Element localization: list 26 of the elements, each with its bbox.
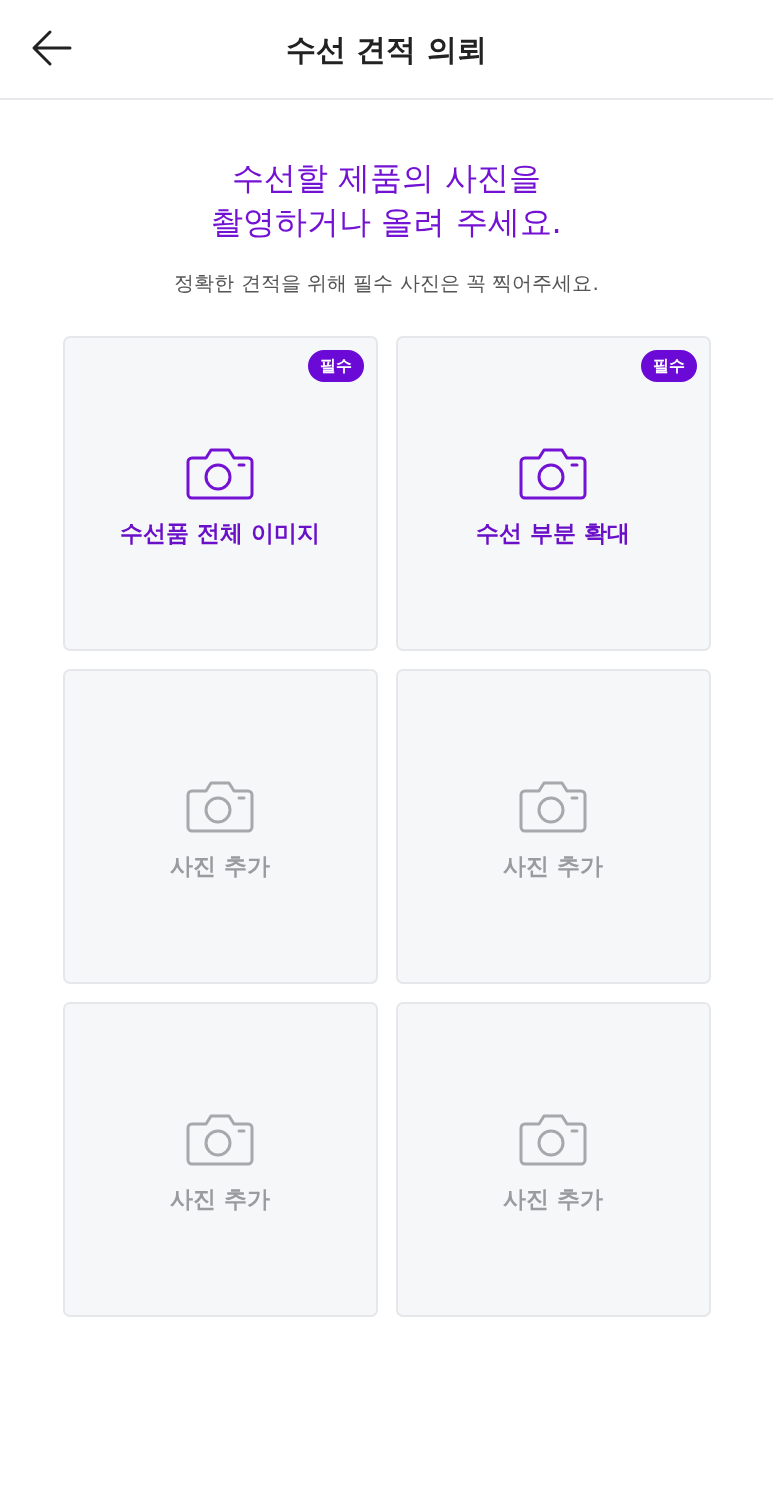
photo-upload-tile[interactable]: 필수 수선 부분 확대 xyxy=(395,336,711,651)
photo-upload-tile[interactable]: 사진 추가 xyxy=(62,1002,378,1317)
camera-icon xyxy=(519,779,587,836)
tile-label: 사진 추가 xyxy=(503,1185,603,1215)
instruction-text: 정확한 견적을 위해 필수 사진은 꼭 찍어주세요. xyxy=(174,270,599,297)
camera-icon xyxy=(186,779,254,836)
photo-upload-tile[interactable]: 사진 추가 xyxy=(395,1002,711,1317)
camera-icon xyxy=(519,446,587,503)
camera-icon xyxy=(186,1112,254,1169)
back-button[interactable] xyxy=(30,28,74,68)
tile-label: 사진 추가 xyxy=(503,852,603,882)
camera-icon xyxy=(519,1112,587,1169)
photo-upload-tile[interactable]: 사진 추가 xyxy=(62,669,378,984)
required-tag: 필수 xyxy=(640,350,697,382)
photo-upload-tile[interactable]: 사진 추가 xyxy=(395,669,711,984)
camera-icon xyxy=(186,446,254,503)
required-tag: 필수 xyxy=(307,350,364,382)
back-arrow-icon xyxy=(30,28,74,68)
photo-upload-tile[interactable]: 필수 수선품 전체 이미지 xyxy=(62,336,378,651)
headline-text: 촬영하거나 올려 주세요. xyxy=(211,202,562,243)
tile-label: 사진 추가 xyxy=(170,852,270,882)
headline-text: 수선할 제품의 사진을 xyxy=(232,158,541,199)
tile-label: 수선품 전체 이미지 xyxy=(120,519,320,549)
tile-label: 사진 추가 xyxy=(170,1185,270,1215)
tile-label: 수선 부분 확대 xyxy=(476,519,630,549)
page-title: 수선 견적 의뢰 xyxy=(286,30,487,69)
